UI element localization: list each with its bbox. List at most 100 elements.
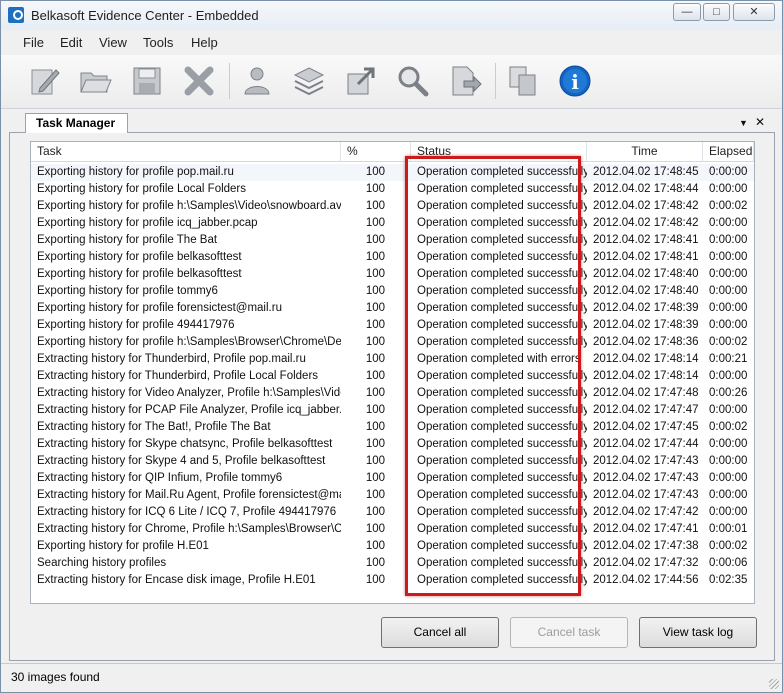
cell-status: Operation completed successfully bbox=[417, 489, 587, 501]
table-row[interactable]: Exporting history for profile icq_jabber… bbox=[31, 215, 754, 232]
info-icon: i bbox=[559, 65, 591, 97]
cell-status: Operation completed successfully bbox=[417, 421, 587, 433]
user-button[interactable] bbox=[237, 61, 277, 101]
cell-task: Exporting history for profile belkasoftt… bbox=[37, 268, 242, 280]
menu-help[interactable]: Help bbox=[191, 35, 218, 50]
menu-bar: File Edit View Tools Help bbox=[1, 31, 782, 54]
cell-status: Operation completed successfully bbox=[417, 455, 587, 467]
menu-file[interactable]: File bbox=[23, 35, 44, 50]
cell-completed: 100 bbox=[365, 319, 385, 331]
column-header-completed[interactable]: % completed bbox=[341, 142, 411, 177]
table-row[interactable]: Extracting history for PCAP File Analyze… bbox=[31, 402, 754, 419]
cell-status: Operation completed successfully bbox=[417, 523, 587, 535]
cell-status: Operation completed successfully bbox=[417, 234, 587, 246]
panel-dropdown-icon[interactable]: ▼ bbox=[739, 118, 748, 128]
table-row[interactable]: Extracting history for Thunderbird, Prof… bbox=[31, 368, 754, 385]
cell-task: Exporting history for profile tommy6 bbox=[37, 285, 218, 297]
table-row[interactable]: Extracting history for The Bat!, Profile… bbox=[31, 419, 754, 436]
cell-status: Operation completed successfully bbox=[417, 370, 587, 382]
cell-elapsed: 0:00:21 bbox=[709, 353, 748, 365]
column-header-task[interactable]: Task bbox=[31, 142, 341, 162]
cell-task: Extracting history for QIP Infium, Profi… bbox=[37, 472, 283, 484]
open-button[interactable] bbox=[75, 61, 115, 101]
table-row[interactable]: Extracting history for Skype 4 and 5, Pr… bbox=[31, 453, 754, 470]
column-header-status[interactable]: Status bbox=[411, 142, 587, 162]
tab-task-manager[interactable]: Task Manager bbox=[25, 113, 129, 134]
resize-grip-icon[interactable] bbox=[769, 679, 779, 689]
save-button[interactable] bbox=[127, 61, 167, 101]
cell-elapsed: 0:00:00 bbox=[709, 438, 748, 450]
table-row[interactable]: Extracting history for Skype chatsync, P… bbox=[31, 436, 754, 453]
table-row[interactable]: Exporting history for profile H.E01 100 Op… bbox=[31, 538, 754, 555]
search-button[interactable] bbox=[393, 61, 433, 101]
delete-button[interactable] bbox=[179, 61, 219, 101]
cell-status: Operation completed successfully bbox=[417, 506, 587, 518]
cell-completed: 100 bbox=[365, 438, 385, 450]
document-arrow-button[interactable] bbox=[445, 61, 485, 101]
table-row[interactable]: Exporting history for profile 494417976 1… bbox=[31, 317, 754, 334]
cell-status: Operation completed successfully bbox=[417, 557, 587, 569]
cell-task: Extracting history for Skype chatsync, P… bbox=[37, 438, 333, 450]
export-button[interactable] bbox=[341, 61, 381, 101]
cell-elapsed: 0:00:00 bbox=[709, 268, 748, 280]
grid-header: Task % completed Status Time Elapsed bbox=[31, 142, 754, 177]
table-row[interactable]: Extracting history for Mail.Ru Agent, Pr… bbox=[31, 487, 754, 504]
cell-task: Extracting history for Skype 4 and 5, Pr… bbox=[37, 455, 326, 467]
view-task-log-button[interactable]: View task log bbox=[639, 617, 757, 648]
cell-status: Operation completed successfully bbox=[417, 217, 587, 229]
table-row[interactable]: Exporting history for profile tommy6 100 O… bbox=[31, 283, 754, 300]
panel-close-icon[interactable]: ✕ bbox=[755, 115, 765, 129]
table-row[interactable]: Exporting history for profile pop.mail.r… bbox=[31, 164, 754, 181]
cell-time: 2012.04.02 17:48:39 bbox=[593, 302, 699, 314]
copy-button[interactable] bbox=[503, 61, 543, 101]
cell-completed: 100 bbox=[365, 234, 385, 246]
cell-elapsed: 0:00:00 bbox=[709, 472, 748, 484]
layers-button[interactable] bbox=[289, 61, 329, 101]
user-icon bbox=[244, 67, 270, 95]
table-row[interactable]: Extracting history for Video Analyzer, P… bbox=[31, 385, 754, 402]
menu-view[interactable]: View bbox=[99, 35, 127, 50]
column-header-elapsed[interactable]: Elapsed bbox=[703, 142, 754, 162]
table-row[interactable]: Extracting history for Encase disk image… bbox=[31, 572, 754, 589]
cell-completed: 100 bbox=[365, 506, 385, 518]
table-row[interactable]: Exporting history for profile Local Fold… bbox=[31, 181, 754, 198]
table-row[interactable]: Extracting history for Thunderbird, Prof… bbox=[31, 351, 754, 368]
copy-icon bbox=[509, 66, 536, 96]
cell-time: 2012.04.02 17:48:36 bbox=[593, 336, 699, 348]
cell-task: Searching history profiles bbox=[37, 557, 167, 569]
edit-button[interactable] bbox=[25, 61, 65, 101]
cell-completed: 100 bbox=[365, 387, 385, 399]
cancel-task-button[interactable]: Cancel task bbox=[510, 617, 628, 648]
minimize-button[interactable]: — bbox=[673, 3, 701, 21]
cell-time: 2012.04.02 17:48:42 bbox=[593, 217, 699, 229]
info-button[interactable]: i bbox=[555, 61, 595, 101]
menu-tools[interactable]: Tools bbox=[143, 35, 173, 50]
table-row[interactable]: Exporting history for profile h:\Samples… bbox=[31, 198, 754, 215]
table-row[interactable]: Searching history profiles 100 Operation c… bbox=[31, 555, 754, 572]
close-button[interactable]: ✕ bbox=[733, 3, 775, 21]
table-row[interactable]: Extracting history for ICQ 6 Lite / ICQ … bbox=[31, 504, 754, 521]
cell-elapsed: 0:00:02 bbox=[709, 540, 748, 552]
cell-elapsed: 0:00:00 bbox=[709, 404, 748, 416]
save-icon bbox=[133, 67, 161, 95]
table-row[interactable]: Exporting history for profile The Bat 100… bbox=[31, 232, 754, 249]
cell-time: 2012.04.02 17:48:40 bbox=[593, 268, 699, 280]
column-header-time[interactable]: Time bbox=[587, 142, 703, 162]
toolbar: i bbox=[1, 55, 782, 109]
cell-time: 2012.04.02 17:48:41 bbox=[593, 234, 699, 246]
maximize-button[interactable]: □ bbox=[703, 3, 730, 21]
cell-status: Operation completed successfully bbox=[417, 285, 587, 297]
cell-completed: 100 bbox=[365, 285, 385, 297]
cell-elapsed: 0:00:06 bbox=[709, 557, 748, 569]
layers-icon bbox=[293, 67, 325, 96]
table-row[interactable]: Exporting history for profile belkasoftt… bbox=[31, 266, 754, 283]
table-row[interactable]: Exporting history for profile forensicte… bbox=[31, 300, 754, 317]
cell-status: Operation completed successfully bbox=[417, 336, 587, 348]
menu-edit[interactable]: Edit bbox=[60, 35, 82, 50]
cell-task: Extracting history for PCAP File Analyze… bbox=[37, 404, 341, 416]
table-row[interactable]: Extracting history for QIP Infium, Profi… bbox=[31, 470, 754, 487]
table-row[interactable]: Exporting history for profile h:\Samples… bbox=[31, 334, 754, 351]
table-row[interactable]: Exporting history for profile belkasoftt… bbox=[31, 249, 754, 266]
cancel-all-button[interactable]: Cancel all bbox=[381, 617, 499, 648]
table-row[interactable]: Extracting history for Chrome, Profile h… bbox=[31, 521, 754, 538]
